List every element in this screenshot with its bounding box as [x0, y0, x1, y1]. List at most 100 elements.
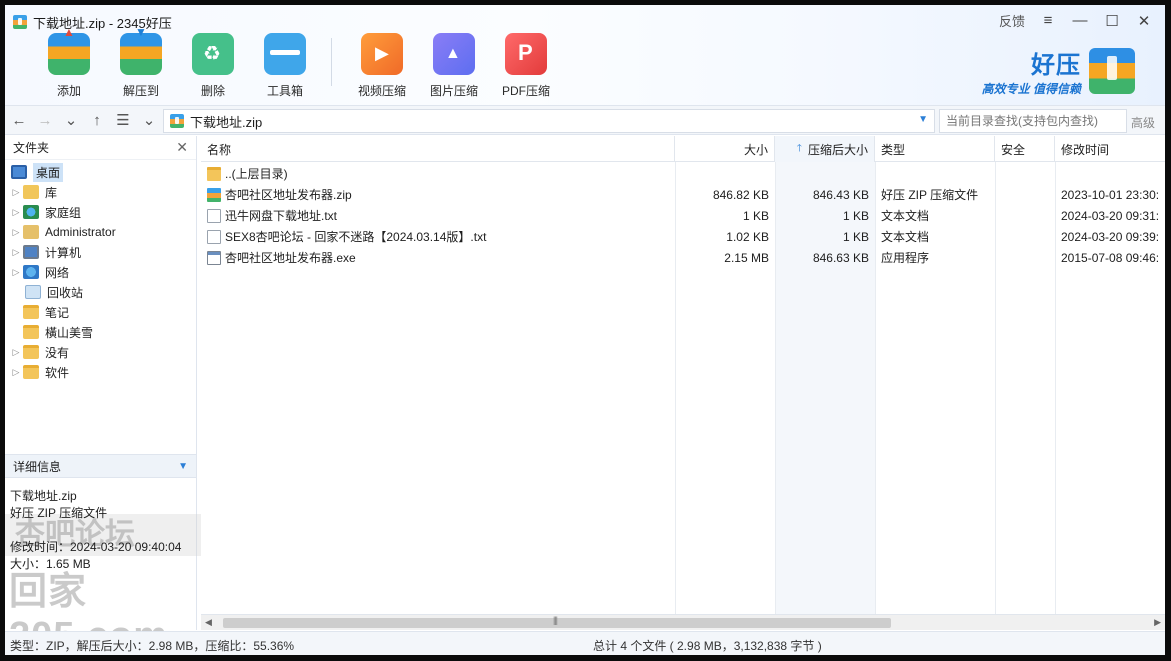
file-row[interactable]: SEX8杏吧论坛 - 回家不迷路【2024.03.14版】.txt 1.02 K…	[201, 226, 1165, 247]
maximize-icon[interactable]: ☐	[1103, 12, 1121, 30]
toolbox-button[interactable]: 工具箱	[249, 33, 321, 99]
view-mode-chevron-icon[interactable]: ⌄	[137, 108, 161, 132]
expand-arrow-icon[interactable]: ▷	[9, 367, 23, 378]
path-text: 下载地址.zip	[190, 114, 263, 130]
up-arrow-icon[interactable]: ↑	[85, 108, 109, 132]
column-size[interactable]: 大小	[675, 136, 775, 162]
tree-item-label: 软件	[45, 365, 70, 380]
file-list: 名称 大小 🡑 压缩后大小 类型 安全 修改时间 ..(上层目录) 杏吧社区地址…	[201, 136, 1165, 630]
expand-arrow-icon[interactable]: ▷	[9, 187, 23, 198]
brand-slogan: 高效专业 值得信赖	[981, 82, 1081, 96]
view-mode-icon[interactable]: ☰	[111, 108, 135, 132]
column-name[interactable]: 名称	[201, 136, 675, 162]
tree-item-computer[interactable]: ▷ 计算机	[5, 242, 196, 262]
app-zip-icon	[13, 15, 27, 29]
file-row[interactable]: 迅牛网盘下载地址.txt 1 KB 1 KB 文本文档 2024-03-20 0…	[201, 205, 1165, 226]
detail-filename: 下载地址.zip	[10, 489, 77, 503]
add-archive-icon	[48, 25, 90, 75]
advanced-search-button[interactable]: 高级	[1131, 114, 1155, 131]
scroll-right-icon[interactable]: ▶	[1154, 617, 1161, 628]
tree-item-network[interactable]: ▷ 网络	[5, 262, 196, 282]
column-type[interactable]: 类型	[875, 136, 995, 162]
tree-item-software[interactable]: ▷ 软件	[5, 362, 196, 382]
recycle-delete-icon	[192, 33, 234, 75]
tree-item-administrator[interactable]: ▷ Administrator	[5, 222, 196, 242]
video-compress-label: 视频压缩	[357, 84, 406, 98]
file-type: 文本文档	[881, 230, 930, 244]
homegroup-icon	[23, 205, 39, 219]
tree-item-none[interactable]: ▷ 没有	[5, 342, 196, 362]
pdf-compress-label: PDF压缩	[501, 84, 550, 98]
back-arrow-icon[interactable]: ←	[7, 108, 31, 132]
horizontal-scrollbar[interactable]: ◀ ||| ▶	[201, 614, 1165, 630]
extract-label: 解压到	[122, 84, 159, 98]
library-icon	[23, 185, 39, 199]
details-pane-header[interactable]: 详细信息 ▼	[5, 454, 196, 478]
history-chevron-down-icon[interactable]: ⌄	[59, 108, 83, 132]
pdf-compress-button[interactable]: PDF压缩	[490, 33, 562, 99]
collapse-chevron-icon[interactable]: ▼	[178, 461, 188, 472]
file-row[interactable]: 杏吧社区地址发布器.zip 846.82 KB 846.43 KB 好压 ZIP…	[201, 184, 1165, 205]
extract-to-button[interactable]: 解压到	[105, 25, 177, 99]
text-file-icon	[207, 229, 221, 244]
recycle-bin-icon	[25, 285, 41, 299]
column-modified[interactable]: 修改时间	[1055, 136, 1165, 162]
tree-item-folder[interactable]: 橫山美雪	[5, 322, 196, 342]
file-name: 杏吧社区地址发布器.zip	[225, 188, 352, 202]
file-row[interactable]: 杏吧社区地址发布器.exe 2.15 MB 846.63 KB 应用程序 201…	[201, 247, 1165, 268]
path-dropdown-icon[interactable]: ▼	[918, 114, 928, 125]
file-modified: 2023-10-01 23:30:	[1061, 187, 1160, 202]
minimize-icon[interactable]: —	[1071, 12, 1089, 30]
tree-item-label: 笔记	[45, 305, 70, 320]
tree-item-label: 库	[45, 185, 58, 200]
video-compress-button[interactable]: 视频压缩	[346, 33, 418, 99]
desktop-icon	[11, 165, 27, 179]
file-size: 2.15 MB	[724, 250, 769, 265]
file-modified: 2015-07-08 09:46:	[1061, 250, 1160, 265]
tree-item-label: 计算机	[45, 245, 82, 260]
folder-pane: 文件夹 ✕ 桌面 ▷ 库 ▷ 家庭组 ▷ Administrator ▷ 计算机…	[5, 136, 275, 655]
scroll-left-icon[interactable]: ◀	[205, 617, 212, 628]
add-label: 添加	[56, 84, 81, 98]
menu-icon[interactable]: ≡	[1039, 12, 1057, 30]
user-folder-icon	[23, 225, 39, 239]
feedback-link[interactable]: 反馈	[999, 11, 1025, 30]
expand-arrow-icon[interactable]: ▷	[9, 247, 23, 258]
column-packed-size[interactable]: 🡑 压缩后大小	[775, 136, 875, 162]
tree-item-label: 没有	[45, 345, 70, 360]
image-compress-icon	[433, 33, 475, 75]
column-security[interactable]: 安全	[995, 136, 1055, 162]
file-name: 迅牛网盘下载地址.txt	[225, 209, 338, 223]
details-title: 详细信息	[13, 459, 62, 474]
scrollbar-thumb[interactable]: |||	[223, 615, 891, 628]
folder-icon	[23, 345, 39, 359]
expand-arrow-icon[interactable]: ▷	[9, 207, 23, 218]
computer-icon	[23, 245, 39, 259]
folder-up-icon	[207, 166, 221, 181]
search-input[interactable]	[939, 109, 1127, 133]
tree-item-homegroup[interactable]: ▷ 家庭组	[5, 202, 196, 222]
image-compress-button[interactable]: 图片压缩	[418, 33, 490, 99]
tree-item-desktop[interactable]: 桌面	[5, 162, 196, 182]
tree-item-library[interactable]: ▷ 库	[5, 182, 196, 202]
tree-item-recycle-bin[interactable]: 回收站	[5, 282, 196, 302]
network-icon	[23, 265, 39, 279]
close-icon[interactable]: ✕	[1135, 12, 1153, 30]
pdf-compress-icon	[505, 33, 547, 75]
expand-arrow-icon[interactable]: ▷	[9, 347, 23, 358]
file-type: 好压 ZIP 压缩文件	[881, 188, 979, 202]
folder-pane-header: 文件夹 ✕	[5, 136, 196, 160]
delete-button[interactable]: 删除	[177, 33, 249, 99]
expand-arrow-icon[interactable]: ▷	[9, 267, 23, 278]
details-content: 下载地址.zip 好压 ZIP 压缩文件 修改时间：2024-03-20 09:…	[10, 488, 181, 573]
file-modified: 2024-03-20 09:39:	[1061, 229, 1160, 244]
forward-arrow-icon[interactable]: →	[33, 108, 57, 132]
add-button[interactable]: 添加	[33, 25, 105, 99]
tree-item-notes[interactable]: 笔记	[5, 302, 196, 322]
path-input[interactable]: 下载地址.zip ▼	[163, 109, 935, 133]
close-pane-icon[interactable]: ✕	[176, 139, 188, 156]
tree-item-label: Administrator	[45, 225, 116, 239]
file-row-parent[interactable]: ..(上层目录)	[201, 163, 1165, 184]
expand-arrow-icon[interactable]: ▷	[9, 227, 23, 238]
window-controls: 反馈 ≡ — ☐ ✕	[999, 11, 1153, 30]
